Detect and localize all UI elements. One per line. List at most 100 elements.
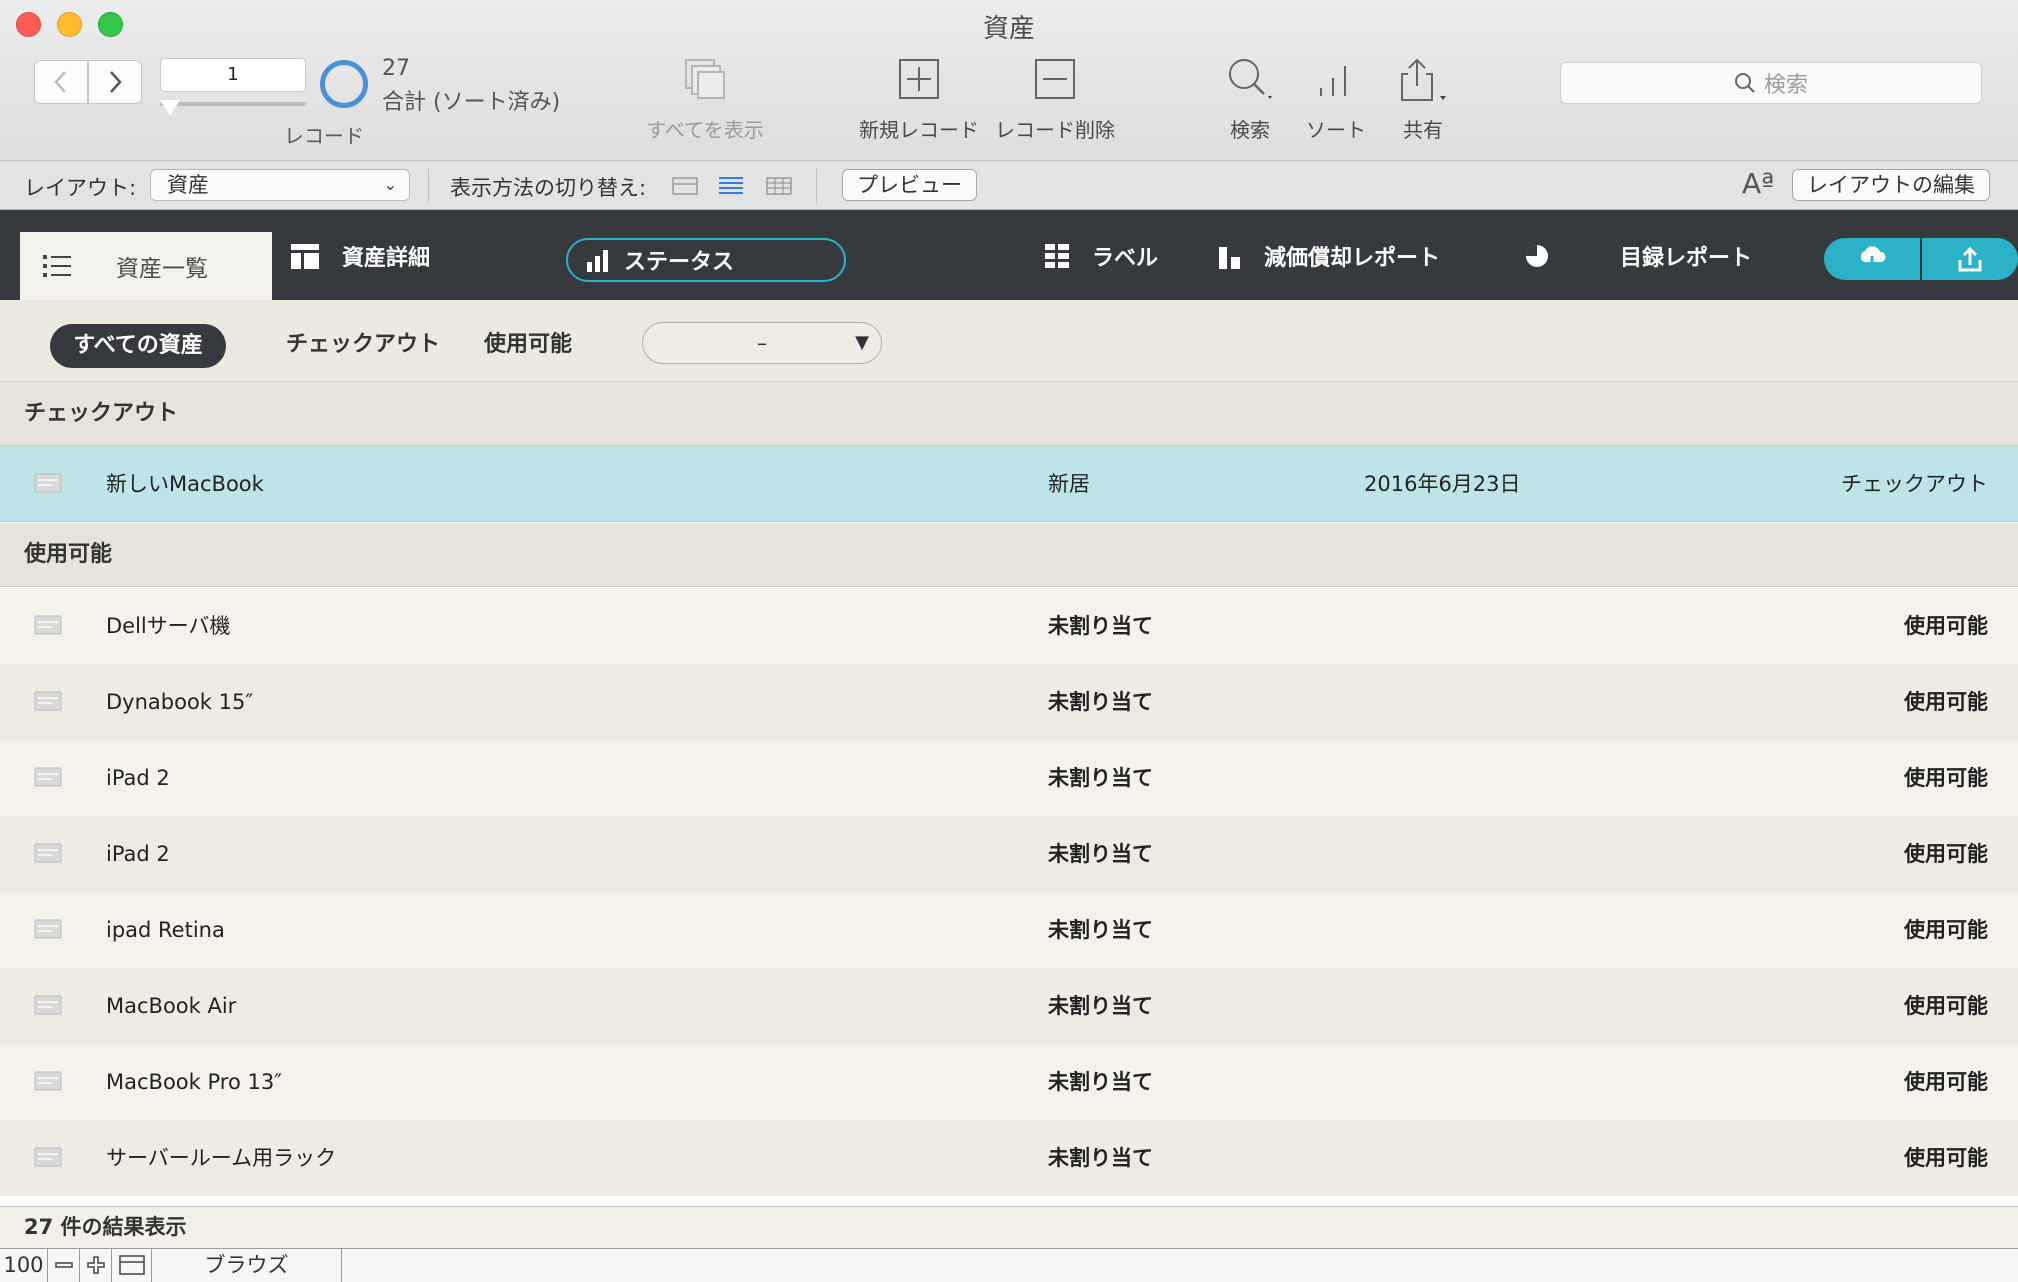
zoom-level[interactable]: 100	[0, 1249, 48, 1282]
zoom-out-button[interactable]	[48, 1249, 80, 1282]
layout-label: レイアウト:	[24, 176, 137, 200]
record-card-icon	[34, 919, 62, 939]
record-card-icon	[34, 995, 62, 1015]
record-card-icon	[34, 1071, 62, 1091]
tab-labels[interactable]: ラベル	[1044, 240, 1158, 272]
quick-find-search-field[interactable]: 検索	[1560, 62, 1982, 104]
show-all-button[interactable]: すべてを表示	[640, 56, 770, 143]
asset-name: iPad 2	[106, 842, 170, 866]
record-count-subtitle: 合計 (ソート済み)	[382, 90, 561, 115]
tab-asset-detail[interactable]: 資産詳細	[290, 240, 430, 272]
asset-name: iPad 2	[106, 766, 170, 790]
upload-icon	[1958, 246, 1982, 272]
formatting-bar-icon[interactable]: Aª	[1742, 167, 1774, 200]
divider	[428, 169, 429, 203]
asset-location: 未割り当て	[1048, 614, 1153, 638]
minus-icon	[54, 1262, 73, 1268]
table-row[interactable]: Dellサーバ機 未割り当て 使用可能	[0, 588, 2018, 664]
record-card-icon	[34, 767, 62, 787]
detail-layout-icon	[291, 244, 319, 269]
share-button[interactable]: 共有	[1392, 56, 1454, 143]
asset-location: 未割り当て	[1048, 918, 1153, 942]
download-button[interactable]	[1824, 238, 1920, 280]
asset-name: 新しいMacBook	[106, 472, 264, 496]
tab-depreciation-report[interactable]: 減価償却レポート	[1218, 240, 1440, 272]
asset-status: 使用可能	[1904, 842, 1988, 866]
filter-checked-out[interactable]: チェックアウト	[286, 326, 440, 358]
asset-status: 使用可能	[1904, 918, 1988, 942]
tab-catalog-report-label: 目録レポート	[1620, 246, 1753, 271]
table-row[interactable]: MacBook Pro 13″ 未割り当て 使用可能	[0, 1044, 2018, 1120]
toolbar-toggle-icon	[118, 1255, 145, 1275]
layout-bar: レイアウト: 資産 ⌄ 表示方法の切り替え: プレビュー Aª レイアウトの編集	[0, 160, 2018, 210]
divider	[816, 169, 817, 203]
group-header: 使用可能	[0, 523, 2018, 587]
table-row[interactable]: ipad Retina 未割り当て 使用可能	[0, 892, 2018, 968]
record-slider[interactable]	[160, 102, 306, 106]
preview-button[interactable]: プレビュー	[842, 169, 977, 201]
record-label: レコード	[284, 124, 364, 148]
delete-record-button[interactable]: レコード削除	[994, 56, 1116, 143]
asset-status: 使用可能	[1904, 690, 1988, 714]
chevron-left-icon	[54, 71, 66, 93]
list-view-icon[interactable]	[718, 175, 744, 197]
bar-chart-icon	[587, 250, 608, 272]
previous-record-button[interactable]	[34, 60, 88, 104]
record-number-field[interactable]: 1	[160, 58, 306, 92]
navigation-tab-bar: 資産一覧 資産詳細 ステータス ラベル 減価償却レポート 目録レポート	[0, 210, 2018, 300]
show-all-icon	[685, 59, 725, 99]
share-label: 共有	[1403, 118, 1443, 142]
asset-status: 使用可能	[1904, 994, 1988, 1018]
filter-dropdown-value: –	[757, 331, 767, 355]
record-card-icon	[34, 843, 62, 863]
list-icon	[43, 255, 71, 277]
triangle-down-icon: ▼	[855, 332, 869, 353]
record-slider-thumb[interactable]	[160, 100, 180, 116]
minus-box-icon	[1035, 59, 1075, 99]
table-row[interactable]: iPad 2 未割り当て 使用可能	[0, 740, 2018, 816]
group-header: チェックアウト	[0, 382, 2018, 446]
search-icon	[1734, 73, 1755, 93]
find-button[interactable]: 検索	[1222, 56, 1278, 143]
column-chart-icon	[1219, 247, 1240, 269]
filter-dropdown[interactable]: – ▼	[642, 322, 882, 364]
filter-available[interactable]: 使用可能	[484, 326, 572, 358]
delete-record-label: レコード削除	[995, 118, 1115, 142]
tab-asset-detail-label: 資産詳細	[342, 246, 431, 271]
asset-location: 未割り当て	[1048, 1070, 1153, 1094]
table-row[interactable]: MacBook Air 未割り当て 使用可能	[0, 968, 2018, 1044]
toggle-toolbar-button[interactable]	[112, 1249, 152, 1282]
upload-button[interactable]	[1922, 238, 2018, 280]
table-view-icon[interactable]	[766, 175, 792, 197]
find-label: 検索	[1230, 118, 1270, 142]
table-row[interactable]: iPad 2 未割り当て 使用可能	[0, 816, 2018, 892]
table-row[interactable]: Dynabook 15″ 未割り当て 使用可能	[0, 664, 2018, 740]
record-card-icon	[34, 473, 62, 493]
tab-status[interactable]: ステータス	[566, 238, 846, 282]
tab-status-label: ステータス	[624, 250, 735, 275]
asset-location: 未割り当て	[1048, 766, 1153, 790]
layout-select[interactable]: 資産 ⌄	[150, 169, 410, 201]
asset-status: 使用可能	[1904, 1070, 1988, 1094]
search-placeholder: 検索	[1763, 73, 1808, 98]
record-count: 27	[382, 56, 410, 81]
magnifier-icon	[1229, 59, 1272, 99]
form-view-icon[interactable]	[672, 175, 698, 197]
tab-labels-label: ラベル	[1092, 246, 1159, 271]
table-row[interactable]: 新しいMacBook 新居 2016年6月23日 チェックアウト	[0, 446, 2018, 522]
edit-layout-button[interactable]: レイアウトの編集	[1792, 169, 1990, 201]
sort-label: ソート	[1306, 118, 1366, 142]
table-row[interactable]: サーバールーム用ラック 未割り当て 使用可能	[0, 1120, 2018, 1196]
new-record-button[interactable]: 新規レコード	[858, 56, 980, 143]
sort-button[interactable]: ソート	[1306, 56, 1366, 143]
asset-name: Dellサーバ機	[106, 614, 231, 638]
tab-asset-list-label: 資産一覧	[116, 256, 208, 282]
next-record-button[interactable]	[88, 60, 142, 104]
tab-asset-list[interactable]: 資産一覧	[20, 232, 272, 300]
filter-all-assets[interactable]: すべての資産	[50, 324, 226, 368]
record-card-icon	[34, 615, 62, 635]
tab-catalog-report[interactable]: 目録レポート	[1524, 240, 1752, 272]
zoom-in-button[interactable]	[80, 1249, 112, 1282]
asset-status: 使用可能	[1904, 614, 1988, 638]
mode-indicator[interactable]: ブラウズ	[152, 1249, 342, 1282]
